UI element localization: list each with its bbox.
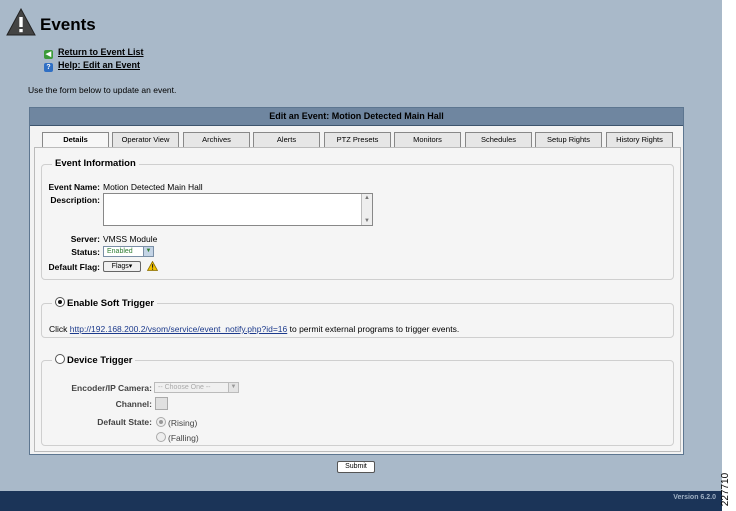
tab-setup-rights[interactable]: Setup Rights: [535, 132, 602, 147]
camera-selected-value: -- Choose One --: [158, 384, 211, 391]
return-to-event-list-link[interactable]: ◀ Return to Event List: [44, 47, 144, 59]
flags-button-label: Flags: [111, 263, 129, 270]
status-selected-value: Enabled: [107, 248, 133, 255]
tab-monitors[interactable]: Monitors: [394, 132, 461, 147]
tab-operator-view[interactable]: Operator View: [112, 132, 179, 147]
figure-number-text: 227710: [720, 472, 732, 507]
event-information-section: Event Information Event Name: Motion Det…: [41, 158, 674, 280]
falling-label: (Falling): [168, 433, 199, 443]
channel-input[interactable]: [155, 397, 168, 410]
state-option-falling[interactable]: (Falling): [156, 432, 199, 443]
app-window: Events ◀ Return to Event List ? Help: Edit…: [0, 0, 722, 491]
event-information-legend: Event Information: [52, 158, 139, 169]
page-title: Events: [40, 15, 96, 34]
chevron-down-icon: ▼: [143, 247, 153, 256]
footer-bar: Version 6.2.0: [0, 491, 722, 511]
state-option-rising[interactable]: (Rising): [156, 417, 197, 428]
back-arrow-icon: ◀: [44, 50, 53, 59]
event-name-value: Motion Detected Main Hall: [103, 182, 203, 192]
device-trigger-legend: Device Trigger: [52, 354, 136, 366]
soft-trigger-radio[interactable]: [55, 297, 65, 307]
tab-schedules[interactable]: Schedules: [465, 132, 532, 147]
event-name-label: Event Name:: [48, 182, 101, 192]
chevron-down-icon: ▾: [128, 263, 133, 270]
edit-event-panel: Edit an Event: Motion Detected Main Hall…: [29, 107, 684, 455]
tab-archives[interactable]: Archives: [183, 132, 250, 147]
description-scrollbar[interactable]: ▲ ▼: [361, 194, 372, 225]
camera-label: Encoder/IP Camera:: [71, 383, 152, 393]
version-text: Version 6.2.0: [673, 494, 716, 501]
warning-icon: [6, 8, 36, 36]
tab-alerts[interactable]: Alerts: [253, 132, 320, 147]
device-trigger-section: Device Trigger Encoder/IP Camera: -- Cho…: [41, 354, 674, 446]
tab-history-rights[interactable]: History Rights: [606, 132, 673, 147]
status-label: Status:: [71, 247, 100, 257]
channel-label: Channel:: [115, 399, 152, 409]
server-label: Server:: [70, 234, 100, 244]
server-value: VMSS Module: [103, 234, 158, 244]
help-icon: ?: [44, 63, 53, 72]
falling-radio[interactable]: [156, 432, 166, 442]
scroll-down-icon[interactable]: ▼: [364, 218, 370, 224]
rising-radio[interactable]: [156, 417, 166, 427]
tab-ptz-presets[interactable]: PTZ Presets: [324, 132, 391, 147]
soft-trigger-label: Enable Soft Trigger: [67, 298, 155, 309]
soft-trigger-section: Enable Soft Trigger Click http://192.168…: [41, 297, 674, 338]
soft-trigger-text: Click http://192.168.200.2/vsom/service/…: [49, 324, 459, 334]
help-link-label: Help: Edit an Event: [58, 60, 141, 70]
description-label: Description:: [50, 195, 100, 205]
description-textarea[interactable]: ▲ ▼: [103, 193, 373, 226]
soft-trigger-legend: Enable Soft Trigger: [52, 297, 158, 309]
rising-label: (Rising): [168, 418, 198, 428]
chevron-down-icon: ▼: [228, 383, 238, 392]
soft-trigger-prefix: Click: [49, 324, 68, 334]
help-edit-event-link[interactable]: ? Help: Edit an Event: [44, 60, 140, 72]
device-trigger-label: Device Trigger: [67, 355, 133, 366]
intro-text: Use the form below to update an event.: [28, 85, 177, 95]
camera-select[interactable]: -- Choose One -- ▼: [154, 382, 239, 393]
default-state-label: Default State:: [97, 417, 152, 427]
default-flag-label: Default Flag:: [48, 262, 100, 272]
submit-button[interactable]: Submit: [337, 461, 375, 473]
figure-number: 227710: [720, 470, 736, 510]
panel-header: Edit an Event: Motion Detected Main Hall: [30, 108, 683, 126]
scroll-up-icon[interactable]: ▲: [364, 195, 370, 201]
flags-button[interactable]: Flags▾: [103, 261, 141, 272]
status-select[interactable]: Enabled ▼: [103, 246, 154, 257]
soft-trigger-suffix: to permit external programs to trigger e…: [289, 324, 460, 334]
trigger-url-link[interactable]: http://192.168.200.2/vsom/service/event_…: [70, 324, 287, 334]
details-tab-content: Event Information Event Name: Motion Det…: [34, 147, 681, 452]
flag-warning-icon: [147, 261, 158, 271]
device-trigger-radio[interactable]: [55, 354, 65, 364]
return-link-label: Return to Event List: [58, 47, 144, 57]
